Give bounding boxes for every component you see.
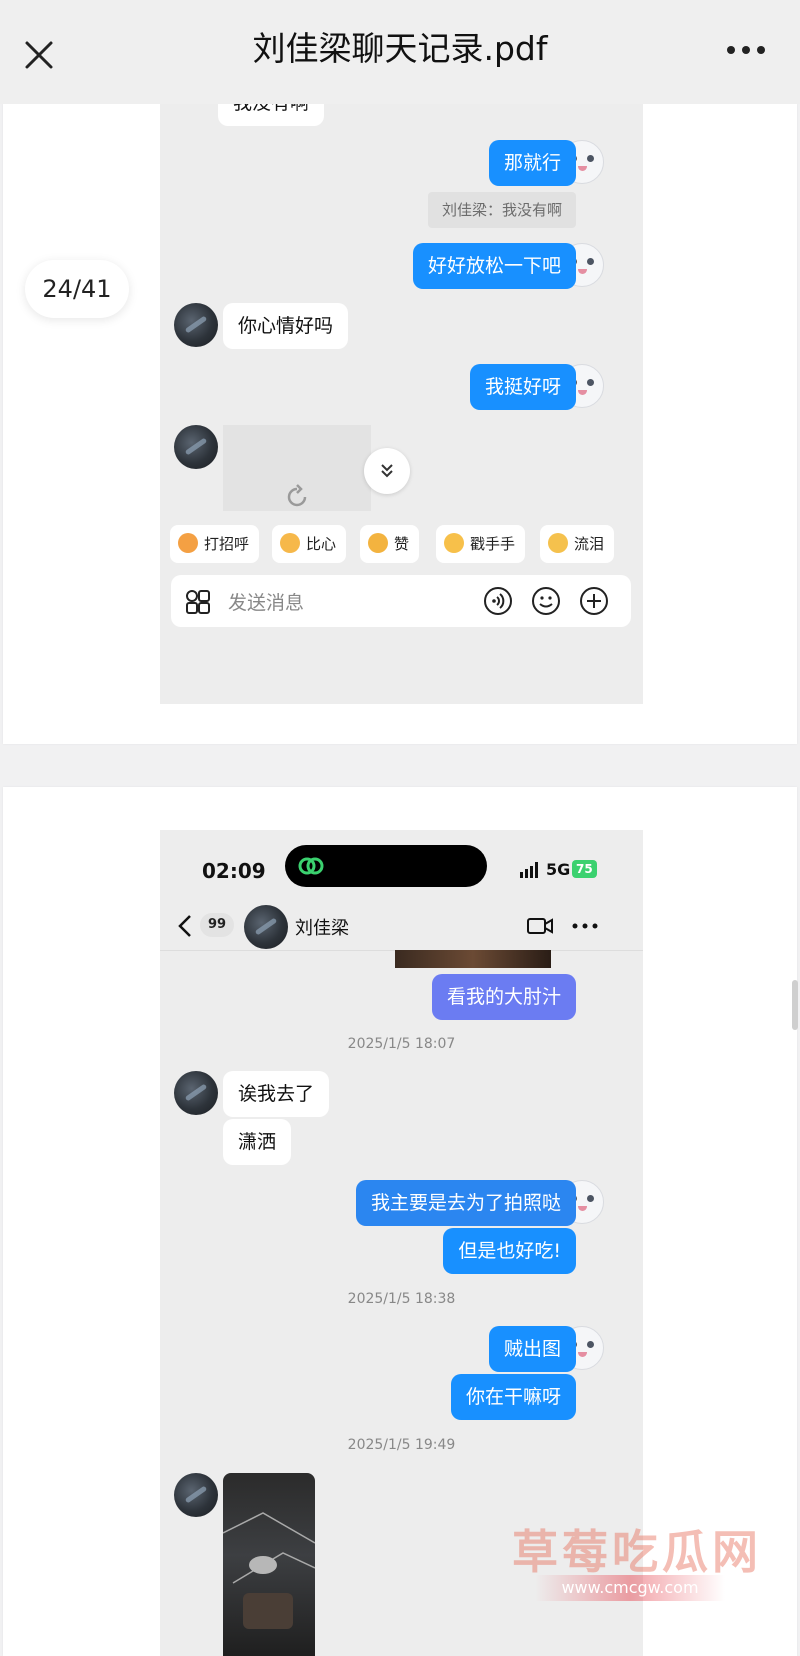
message-bubble-incoming: 我没有啊 bbox=[218, 104, 325, 126]
contact-avatar[interactable] bbox=[244, 905, 288, 949]
more-dots-icon[interactable] bbox=[726, 43, 766, 57]
double-chevron-down-icon bbox=[381, 464, 393, 478]
document-title: 刘佳梁聊天记录.pdf bbox=[252, 29, 548, 68]
top-bar: 刘佳梁聊天记录.pdf bbox=[0, 0, 800, 104]
contact-avatar bbox=[174, 1071, 218, 1115]
message-bubble-incoming: 潇洒 bbox=[223, 1119, 292, 1165]
plus-icon[interactable] bbox=[579, 586, 609, 616]
photo-content bbox=[223, 1512, 315, 1629]
message-bubble-outgoing: 我挺好呀 bbox=[469, 364, 576, 410]
contact-avatar bbox=[174, 303, 218, 347]
message-bubble-outgoing: 但是也好吃! bbox=[443, 1228, 576, 1274]
status-time: 02:09 bbox=[202, 859, 266, 883]
message-bubble-outgoing: 好好放松一下吧 bbox=[412, 243, 576, 289]
poke-emoji-icon bbox=[444, 532, 464, 553]
quick-reply-chip[interactable]: 戳手手 bbox=[436, 525, 526, 563]
pdf-page-24: 我没有啊 那就行 刘佳梁：我没有啊 好好放松一下吧 你心情好吗 我挺好呀 打招呼… bbox=[3, 104, 797, 744]
quoted-reply: 刘佳梁：我没有啊 bbox=[427, 192, 576, 228]
scrollbar-thumb[interactable] bbox=[792, 980, 798, 1030]
network-type: 5G bbox=[546, 860, 571, 879]
scroll-down-button[interactable] bbox=[364, 448, 410, 494]
link-app-icon bbox=[298, 857, 324, 875]
contact-name: 刘佳梁 bbox=[295, 918, 349, 939]
message-timestamp: 2025/1/5 18:07 bbox=[347, 1036, 456, 1052]
wave-emoji-icon bbox=[178, 532, 198, 553]
message-bubble-outgoing: 那就行 bbox=[488, 140, 576, 186]
unread-count-badge: 99 bbox=[200, 913, 235, 937]
contact-avatar bbox=[174, 1473, 218, 1517]
message-bubble-outgoing: 贼出图 bbox=[488, 1326, 576, 1372]
chat-screenshot-1: 我没有啊 那就行 刘佳梁：我没有啊 好好放松一下吧 你心情好吗 我挺好呀 打招呼… bbox=[160, 104, 643, 704]
back-chevron-icon[interactable] bbox=[178, 914, 192, 938]
image-message-partial[interactable] bbox=[395, 950, 551, 968]
thumbs-up-emoji-icon bbox=[368, 532, 388, 553]
quick-reply-chip[interactable]: 比心 bbox=[272, 525, 347, 563]
quick-reply-chip[interactable]: 赞 bbox=[360, 525, 420, 563]
message-bubble-outgoing: 你在干嘛呀 bbox=[450, 1374, 576, 1420]
heart-hand-emoji-icon bbox=[280, 532, 300, 553]
message-timestamp: 2025/1/5 19:49 bbox=[347, 1437, 456, 1453]
watermark-url: www.cmcgw.com bbox=[535, 1575, 725, 1601]
quick-reply-chip[interactable]: 打招呼 bbox=[170, 525, 260, 563]
message-input-bar: 发送消息 bbox=[171, 575, 631, 627]
message-input[interactable]: 发送消息 bbox=[228, 588, 304, 615]
crying-emoji-icon bbox=[548, 532, 568, 553]
message-bubble-outgoing: 我主要是去为了拍照哒 bbox=[355, 1180, 576, 1226]
dynamic-island bbox=[285, 845, 487, 887]
message-bubble-incoming: 你心情好吗 bbox=[223, 303, 349, 349]
message-bubble-incoming: 诶我去了 bbox=[223, 1071, 330, 1117]
watermark-title: 草莓吃瓜网 bbox=[512, 1525, 762, 1579]
loading-spinner-icon bbox=[287, 484, 307, 507]
image-message-loading[interactable] bbox=[223, 425, 371, 511]
page-indicator: 24/41 bbox=[25, 260, 129, 318]
message-timestamp: 2025/1/5 18:38 bbox=[347, 1291, 456, 1307]
video-call-icon[interactable] bbox=[526, 916, 554, 936]
image-message-photo[interactable] bbox=[223, 1473, 315, 1656]
voice-icon[interactable] bbox=[483, 586, 513, 616]
emoji-icon[interactable] bbox=[531, 586, 561, 616]
signal-icon bbox=[520, 862, 538, 878]
battery-indicator: 75 bbox=[572, 860, 597, 878]
contact-avatar bbox=[174, 425, 218, 469]
more-options-icon[interactable] bbox=[572, 922, 598, 930]
apps-grid-icon[interactable] bbox=[185, 589, 211, 615]
message-bubble-outgoing: 看我的大肘汁 bbox=[431, 974, 576, 1020]
quick-reply-chip[interactable]: 流泪 bbox=[540, 525, 615, 563]
